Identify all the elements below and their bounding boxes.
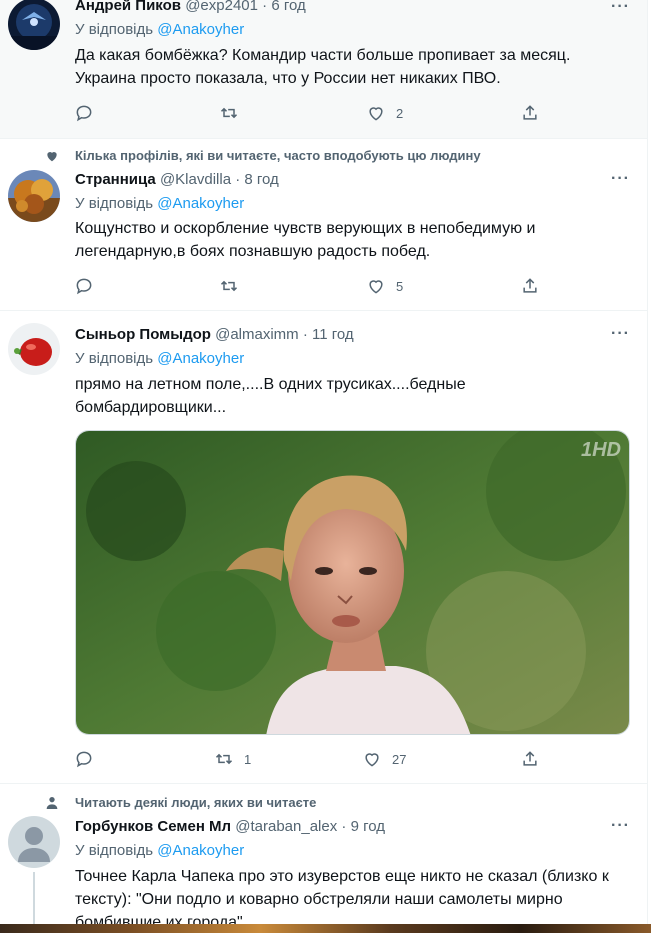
separator-dot: · (235, 171, 241, 188)
retweet-icon (215, 753, 233, 765)
tweet-text: Точнее Карла Чапека про это изуверстов е… (75, 868, 609, 931)
more-options-button[interactable]: ··· (611, 170, 630, 188)
action-bar: 2 (72, 102, 552, 124)
reply-prefix: У відповідь (75, 195, 154, 212)
page-bottom-edge (0, 924, 651, 933)
retweet-count: 1 (244, 751, 252, 767)
tv-channel-watermark: 1HD (580, 439, 621, 461)
action-bar: 5 (72, 275, 552, 297)
user-handle[interactable]: @almaximm (215, 326, 299, 343)
display-name[interactable]: Горбунков Семен Мл (75, 818, 231, 835)
reply-context: У відповідь @Anakoyher (75, 194, 244, 214)
tweet-header: Андрей Пиков @exp2401 · 6 год (75, 0, 306, 16)
tweet[interactable]: Кілька профілів, які ви читаєте, часто в… (0, 139, 647, 311)
retweet-button[interactable]: 1 (214, 748, 251, 770)
share-button[interactable] (520, 275, 540, 297)
reply-button[interactable] (74, 102, 94, 124)
reply-context: У відповідь @Anakoyher (75, 841, 244, 861)
tweet[interactable]: Читають деякі люди, яких ви читаєте Горб… (0, 784, 647, 933)
tweet-text: Да какая бомбёжка? Командир части больше… (75, 47, 571, 87)
person-icon (46, 797, 58, 809)
social-context[interactable]: Кілька профілів, які ви читаєте, часто в… (75, 148, 481, 163)
retweet-icon (220, 280, 238, 292)
tweet-header: Сыньор Помыдор @almaximm · 11 год (75, 325, 354, 345)
timestamp[interactable]: 6 год (271, 0, 305, 14)
timestamp[interactable]: 9 год (351, 818, 385, 835)
tweet-header: Горбунков Семен Мл @taraban_alex · 9 год (75, 817, 385, 837)
avatar[interactable] (8, 170, 60, 222)
retweet-icon (220, 107, 238, 119)
share-icon (523, 278, 537, 293)
separator-dot: · (262, 0, 268, 14)
like-button[interactable]: 5 (366, 275, 403, 297)
tweet[interactable]: Сыньор Помыдор @almaximm · 11 год ··· У … (0, 311, 647, 784)
social-context[interactable]: Читають деякі люди, яких ви читаєте (75, 795, 316, 810)
like-count: 27 (392, 751, 407, 767)
more-options-button[interactable]: ··· (611, 817, 630, 835)
reply-button[interactable] (74, 275, 94, 297)
like-count: 5 (396, 278, 404, 294)
retweet-button[interactable] (219, 275, 239, 297)
action-bar: 1 27 (72, 748, 552, 770)
like-count: 2 (396, 105, 404, 121)
heart-filled-icon (47, 152, 57, 162)
tweet-text: прямо на летном поле,....В одних трусика… (75, 376, 466, 416)
tweet-header: Странница @Klavdilla · 8 год (75, 170, 279, 190)
photo-woman-outdoors (76, 431, 629, 734)
user-handle[interactable]: @taraban_alex (235, 818, 337, 835)
comment-icon (76, 751, 92, 768)
reply-mention-link[interactable]: @Anakoyher (157, 195, 244, 212)
reply-prefix: У відповідь (75, 350, 154, 367)
like-button[interactable]: 27 (362, 748, 406, 770)
reply-button[interactable] (74, 748, 94, 770)
heart-icon (365, 753, 379, 767)
reply-mention-link[interactable]: @Anakoyher (157, 21, 244, 38)
tweet-image[interactable]: 1HD (75, 430, 630, 735)
heart-icon (369, 107, 383, 121)
user-handle[interactable]: @exp2401 (185, 0, 258, 14)
share-button[interactable] (520, 102, 540, 124)
display-name[interactable]: Странница (75, 171, 156, 188)
user-handle[interactable]: @Klavdilla (160, 171, 231, 188)
tweet-text: Кощунство и оскорбление чувств верующих … (75, 220, 536, 260)
reply-mention-link[interactable]: @Anakoyher (157, 350, 244, 367)
share-icon (523, 105, 537, 120)
timestamp[interactable]: 8 год (244, 171, 278, 188)
comment-icon (76, 105, 92, 122)
timeline-feed: Андрей Пиков @exp2401 · 6 год ··· У відп… (0, 0, 648, 933)
reply-context: У відповідь @Anakoyher (75, 349, 244, 369)
reply-prefix: У відповідь (75, 21, 154, 38)
reply-context: У відповідь @Anakoyher (75, 20, 244, 40)
display-name[interactable]: Сыньор Помыдор (75, 326, 211, 343)
reply-mention-link[interactable]: @Anakoyher (157, 842, 244, 859)
display-name[interactable]: Андрей Пиков (75, 0, 181, 14)
separator-dot: · (341, 818, 347, 835)
heart-icon (369, 280, 383, 294)
timestamp[interactable]: 11 год (312, 326, 354, 343)
separator-dot: · (302, 326, 308, 343)
more-options-button[interactable]: ··· (611, 0, 630, 16)
like-button[interactable]: 2 (366, 102, 403, 124)
more-options-button[interactable]: ··· (611, 325, 630, 343)
reply-prefix: У відповідь (75, 842, 154, 859)
avatar[interactable] (8, 323, 60, 375)
share-icon (523, 751, 537, 766)
avatar[interactable] (8, 0, 60, 50)
tweet[interactable]: Андрей Пиков @exp2401 · 6 год ··· У відп… (0, 0, 647, 139)
avatar[interactable] (8, 816, 60, 868)
comment-icon (76, 278, 92, 295)
retweet-button[interactable] (219, 102, 239, 124)
share-button[interactable] (520, 748, 540, 770)
